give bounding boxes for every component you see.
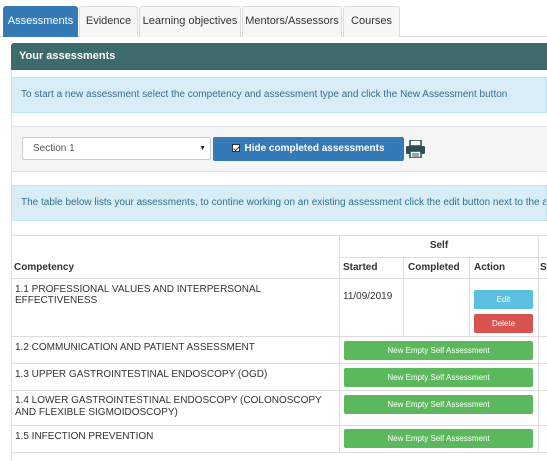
table-info-alert: The table below lists your assessments, … — [11, 185, 547, 221]
new-empty-self-assessment-button[interactable]: New Empty Self Assessment — [344, 429, 533, 448]
table-row-next-cell — [539, 337, 547, 364]
competency-header: Competency — [12, 258, 340, 279]
table-row-next-cell — [539, 279, 547, 337]
table-row-started: 11/09/2019 — [340, 279, 404, 337]
completed-header: Completed — [404, 258, 470, 279]
table-row-completed — [404, 279, 470, 337]
action-header: Action — [470, 258, 539, 279]
self-group-header: Self — [340, 236, 539, 258]
tab-assessments[interactable]: Assessments — [3, 6, 78, 37]
table-row-next-cell — [539, 426, 547, 453]
table-row-competency: 1.3 UPPER GASTROINTESTINAL ENDOSCOPY (OG… — [12, 364, 340, 391]
table-row-next-cell — [539, 364, 547, 391]
table-row-competency: 1.4 LOWER GASTROINTESTINAL ENDOSCOPY (CO… — [12, 391, 340, 426]
assessments-table: Self Competency Started Completed Action… — [11, 235, 547, 461]
print-icon[interactable] — [406, 140, 425, 158]
panel-title: Your assessments — [11, 43, 547, 70]
checkbox-checked-icon — [232, 144, 241, 152]
section-select-value: Section 1 — [33, 143, 75, 154]
new-empty-self-assessment-button[interactable]: New Empty Self Assessment — [344, 368, 533, 387]
hide-completed-button[interactable]: Hide completed assessments — [213, 137, 404, 161]
tab-evidence[interactable]: Evidence — [79, 6, 138, 37]
intro-alert: To start a new assessment select the com… — [11, 77, 547, 113]
table-row-competency: 1.1 PROFESSIONAL VALUES AND INTERPERSONA… — [12, 279, 340, 337]
tab-bar: Assessments Evidence Learning objectives… — [0, 0, 547, 37]
table-row-competency: 1.2 COMMUNICATION AND PATIENT ASSESSMENT — [12, 337, 340, 364]
next-started-header: St — [539, 258, 547, 279]
section-select[interactable]: Section 1 ▼ — [22, 137, 211, 160]
new-empty-self-assessment-button[interactable]: New Empty Self Assessment — [344, 341, 533, 360]
header-spacer — [12, 236, 340, 258]
chevron-down-icon: ▼ — [199, 145, 206, 152]
table-row-next-cell — [539, 391, 547, 426]
tab-courses[interactable]: Courses — [343, 6, 400, 37]
hide-completed-label: Hide completed assessments — [244, 143, 385, 154]
delete-button[interactable]: Delete — [474, 314, 533, 333]
edit-button[interactable]: Edit — [474, 290, 533, 309]
next-group-header — [539, 236, 547, 258]
tab-mentors-assessors[interactable]: Mentors/Assessors — [242, 6, 342, 37]
started-header: Started — [340, 258, 404, 279]
tab-learning-objectives[interactable]: Learning objectives — [139, 6, 241, 37]
new-empty-self-assessment-button[interactable]: New Empty Self Assessment — [344, 395, 533, 414]
table-row-competency: 1.5 INFECTION PREVENTION — [12, 426, 340, 453]
